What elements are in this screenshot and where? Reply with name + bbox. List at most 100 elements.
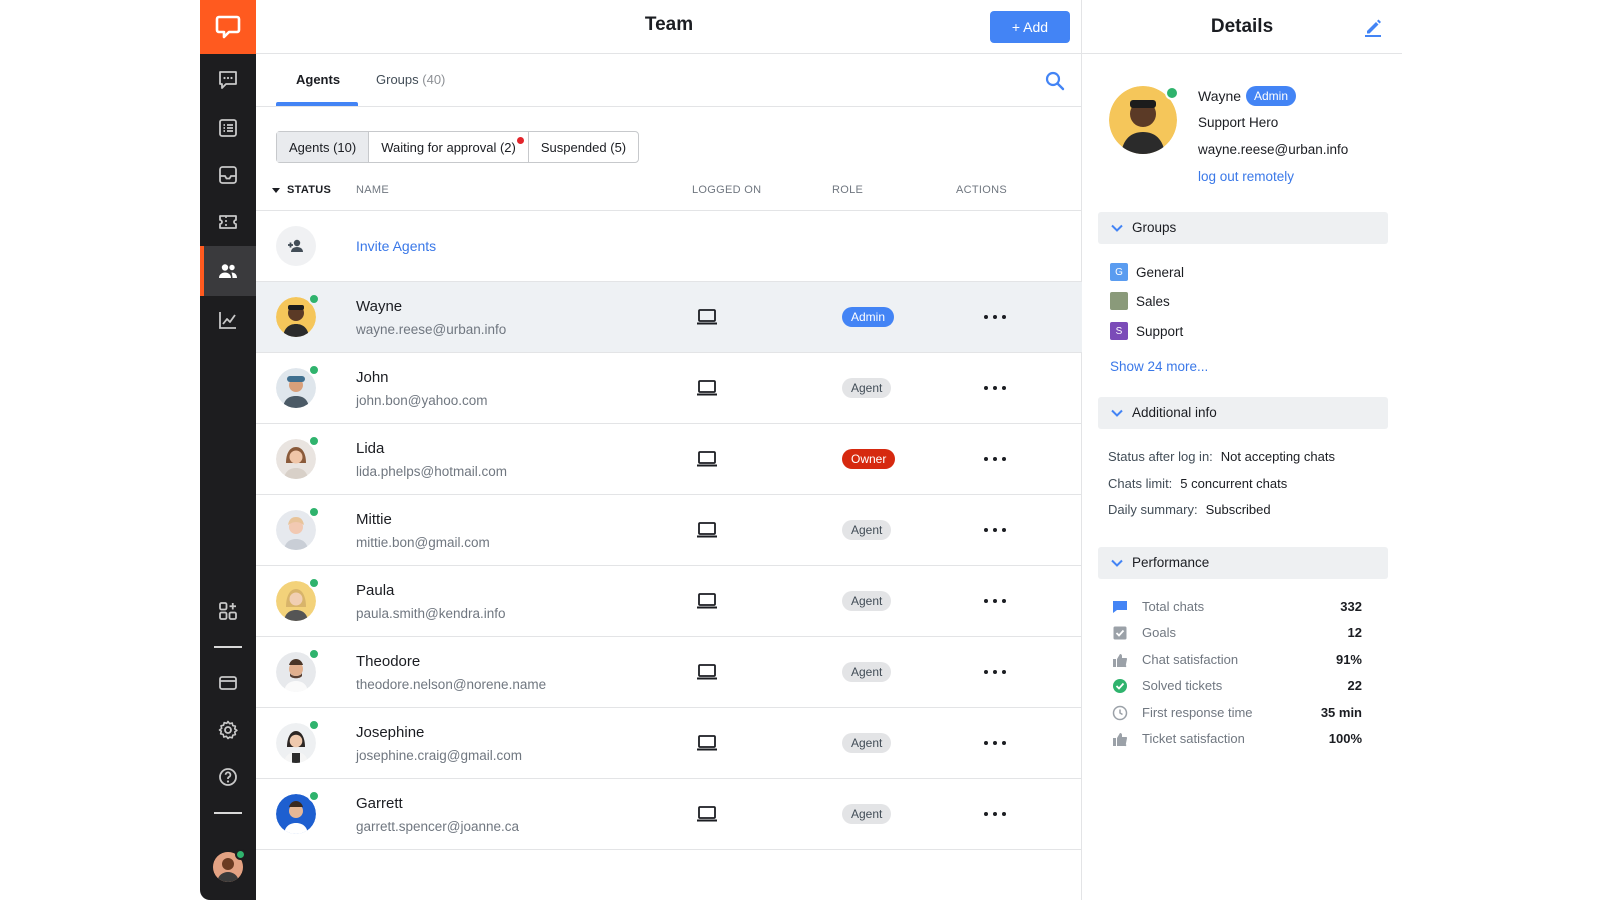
chat-bubble-icon <box>219 71 237 89</box>
nav-apps[interactable] <box>200 587 256 635</box>
show-more-groups-link[interactable]: Show 24 more... <box>1110 359 1208 374</box>
agent-email: lida.phelps@hotmail.com <box>356 464 508 479</box>
more-actions-icon[interactable] <box>984 450 1006 468</box>
agent-name: Wayne <box>356 298 403 315</box>
perf-value: 91% <box>1335 652 1362 667</box>
nav-archives[interactable] <box>200 104 256 152</box>
table-row[interactable]: Mittie mittie.bon@gmail.com Agent <box>256 495 1082 566</box>
details-panel: Details Wayne Admin Support Hero wayne.r… <box>1082 0 1402 900</box>
role-badge: Agent <box>842 804 892 824</box>
more-actions-icon[interactable] <box>984 734 1006 752</box>
more-actions-icon[interactable] <box>984 308 1006 326</box>
additional-info-section-toggle[interactable]: Additional info <box>1098 397 1388 429</box>
group-item[interactable]: G General <box>1110 262 1184 282</box>
details-header: Details <box>1082 0 1402 54</box>
more-actions-icon[interactable] <box>984 805 1006 823</box>
filter-suspended[interactable]: Suspended (5) <box>529 132 638 162</box>
more-actions-icon[interactable] <box>984 521 1006 539</box>
avatar <box>276 719 320 763</box>
laptop-icon <box>697 806 717 822</box>
app-logo[interactable] <box>200 0 256 54</box>
profile-email: wayne.reese@urban.info <box>1198 142 1349 157</box>
nav-team[interactable] <box>200 246 256 296</box>
nav-inbox[interactable] <box>200 151 256 199</box>
group-item[interactable]: S Support <box>1110 321 1183 341</box>
nav-chats[interactable] <box>200 56 256 104</box>
online-indicator <box>308 435 320 447</box>
laptop-icon <box>697 451 717 467</box>
column-name[interactable]: NAME <box>356 184 389 196</box>
table-row[interactable]: Wayne wayne.reese@urban.info Admin <box>256 282 1082 353</box>
pencil-icon[interactable] <box>1362 16 1384 38</box>
section-label: Additional info <box>1132 405 1217 420</box>
perf-row: Ticket satisfaction 100% <box>1112 729 1362 749</box>
agent-email: garrett.spencer@joanne.ca <box>356 819 520 834</box>
current-user-avatar[interactable] <box>213 849 246 882</box>
agent-name: Lida <box>356 440 385 457</box>
table-row[interactable]: Paula paula.smith@kendra.info Agent <box>256 566 1082 637</box>
table-row[interactable]: John john.bon@yahoo.com Agent <box>256 353 1082 424</box>
profile-name: Wayne <box>1198 88 1242 104</box>
perf-value: 332 <box>1340 599 1362 614</box>
info-row: Status after log in: Not accepting chats <box>1108 449 1335 464</box>
avatar <box>276 577 320 621</box>
invite-agents-row[interactable]: Invite Agents <box>256 211 1082 282</box>
checkbox-icon <box>1113 626 1127 640</box>
agent-name: Josephine <box>356 724 425 741</box>
table-row[interactable]: Theodore theodore.nelson@norene.name Age… <box>256 637 1082 708</box>
group-avatar: G <box>1110 263 1128 281</box>
team-panel: Team + Add Agents Groups (40) Agents (10… <box>256 0 1082 900</box>
nav-help[interactable] <box>200 753 256 801</box>
laptop-icon <box>697 664 717 680</box>
avatar <box>276 293 320 337</box>
table-row[interactable]: Garrett garrett.spencer@joanne.ca Agent <box>256 779 1082 850</box>
tab-groups[interactable]: Groups (40) <box>376 72 445 87</box>
chevron-down-icon <box>1111 559 1123 567</box>
thumbs-up-icon <box>1113 733 1128 747</box>
add-button[interactable]: + Add <box>990 11 1070 43</box>
agent-status-filter: Agents (10) Waiting for approval (2) Sus… <box>276 131 640 163</box>
more-actions-icon[interactable] <box>984 663 1006 681</box>
search-icon[interactable] <box>1044 70 1066 92</box>
groups-section-toggle[interactable]: Groups <box>1098 212 1388 244</box>
perf-row: Solved tickets 22 <box>1112 676 1362 696</box>
filter-agents[interactable]: Agents (10) <box>277 132 370 162</box>
perf-label: Chat satisfaction <box>1142 652 1239 667</box>
more-actions-icon[interactable] <box>984 592 1006 610</box>
nav-settings[interactable] <box>200 706 256 754</box>
online-indicator <box>308 648 320 660</box>
group-label: Sales <box>1136 293 1170 309</box>
nav-reports[interactable] <box>200 296 256 344</box>
logout-remotely-link[interactable]: log out remotely <box>1198 169 1294 184</box>
more-actions-icon[interactable] <box>984 379 1006 397</box>
table-row[interactable]: Josephine josephine.craig@gmail.com Agen… <box>256 708 1082 779</box>
column-status[interactable]: STATUS <box>287 184 331 196</box>
nav-tickets[interactable] <box>200 198 256 246</box>
nav-billing[interactable] <box>200 659 256 707</box>
team-header: Team + Add <box>256 0 1082 54</box>
rail-divider <box>214 646 242 648</box>
agent-email: mittie.bon@gmail.com <box>356 535 490 550</box>
role-badge: Agent <box>842 662 892 682</box>
column-logged-on[interactable]: LOGGED ON <box>692 184 761 196</box>
column-actions: ACTIONS <box>956 184 1007 196</box>
chat-bubble-icon <box>1113 601 1127 613</box>
tab-agents[interactable]: Agents <box>296 72 340 87</box>
perf-value: 100% <box>1328 731 1362 746</box>
filter-label: Agents (10) <box>289 139 357 155</box>
column-role[interactable]: ROLE <box>832 184 863 196</box>
agent-email: john.bon@yahoo.com <box>356 393 488 408</box>
group-item[interactable]: Sales <box>1110 291 1170 311</box>
filter-waiting-approval[interactable]: Waiting for approval (2) <box>369 132 529 162</box>
online-indicator <box>235 849 246 860</box>
invite-agents-link[interactable]: Invite Agents <box>356 238 436 254</box>
sort-caret-icon[interactable] <box>272 188 280 193</box>
avatar <box>276 364 320 408</box>
left-nav-rail <box>200 0 256 900</box>
performance-section-toggle[interactable]: Performance <box>1098 547 1388 579</box>
laptop-icon <box>697 735 717 751</box>
online-indicator <box>308 577 320 589</box>
filter-label: Waiting for approval (2) <box>381 139 516 155</box>
perf-row: Goals 12 <box>1112 623 1362 643</box>
table-row[interactable]: Lida lida.phelps@hotmail.com Owner <box>256 424 1082 495</box>
